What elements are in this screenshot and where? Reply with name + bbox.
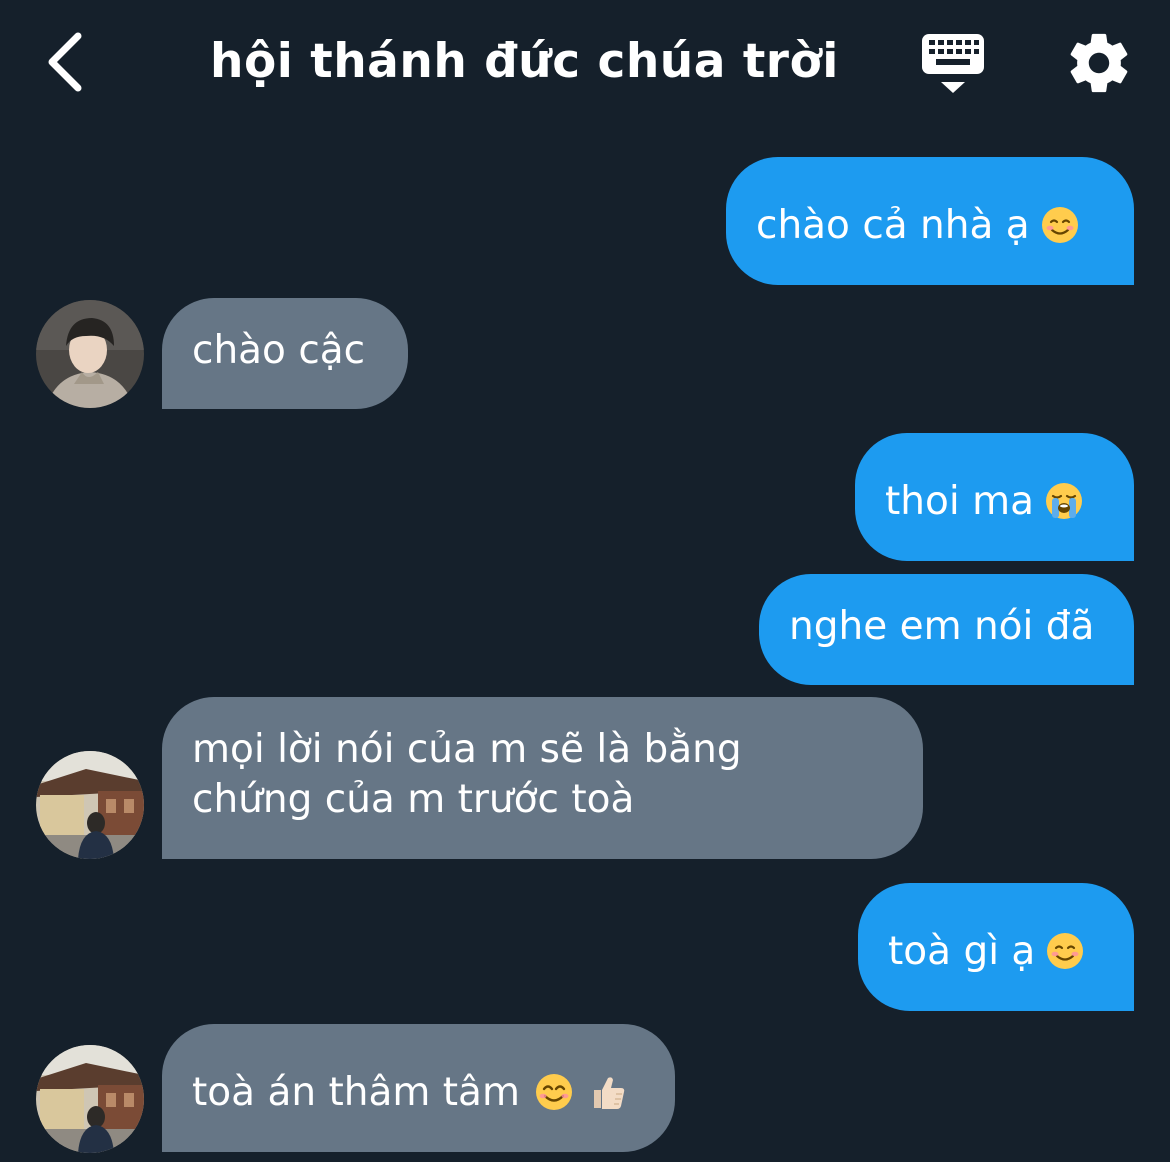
message-text: nghe em nói đã [789,604,1095,649]
thumbs-up-icon [593,1076,625,1109]
loudly-crying-face-icon [1046,482,1082,519]
message-bubble-sent[interactable]: chào cả nhà ạ [726,157,1134,285]
conversation-title[interactable]: hội thánh đức chúa trời [210,30,838,94]
smiling-face-icon [1041,206,1078,243]
keyboard-icon [922,34,984,93]
message-bubble-received[interactable]: chào cậc [162,298,408,409]
avatar[interactable] [36,1045,144,1153]
message-bubble-received[interactable]: toà án thâm tâm [162,1024,675,1152]
message-bubble-received[interactable]: mọi lời nói của m sẽ là bằng chứng của m… [162,697,923,859]
message-text-line-1: mọi lời nói của m sẽ là bằng [192,727,742,772]
message-text: toà án thâm tâm [192,1070,520,1115]
gear-icon [1070,33,1128,93]
message-text: thoi ma [885,479,1034,524]
keyboard-button[interactable] [918,30,990,98]
avatar-photo-3 [36,1045,144,1153]
settings-button[interactable] [1064,28,1134,98]
smiling-face-icon [1047,932,1084,969]
message-text-line-2: chứng của m trước toà [192,777,635,822]
avatar-photo-2 [36,751,144,859]
chat-header: hội thánh đức chúa trời [0,0,1170,125]
chevron-left-icon [48,32,82,92]
avatar[interactable] [36,751,144,859]
back-button[interactable] [36,26,96,98]
message-text: chào cậc [192,328,366,373]
smiling-eyes-face-icon [535,1073,572,1110]
message-bubble-sent[interactable]: thoi ma [855,433,1134,561]
message-text: toà gì ạ [888,929,1036,974]
message-bubble-sent[interactable]: toà gì ạ [858,883,1134,1011]
message-bubble-sent[interactable]: nghe em nói đã [759,574,1134,685]
avatar-photo-1 [36,300,144,408]
avatar[interactable] [36,300,144,408]
message-text: chào cả nhà ạ [756,203,1030,248]
